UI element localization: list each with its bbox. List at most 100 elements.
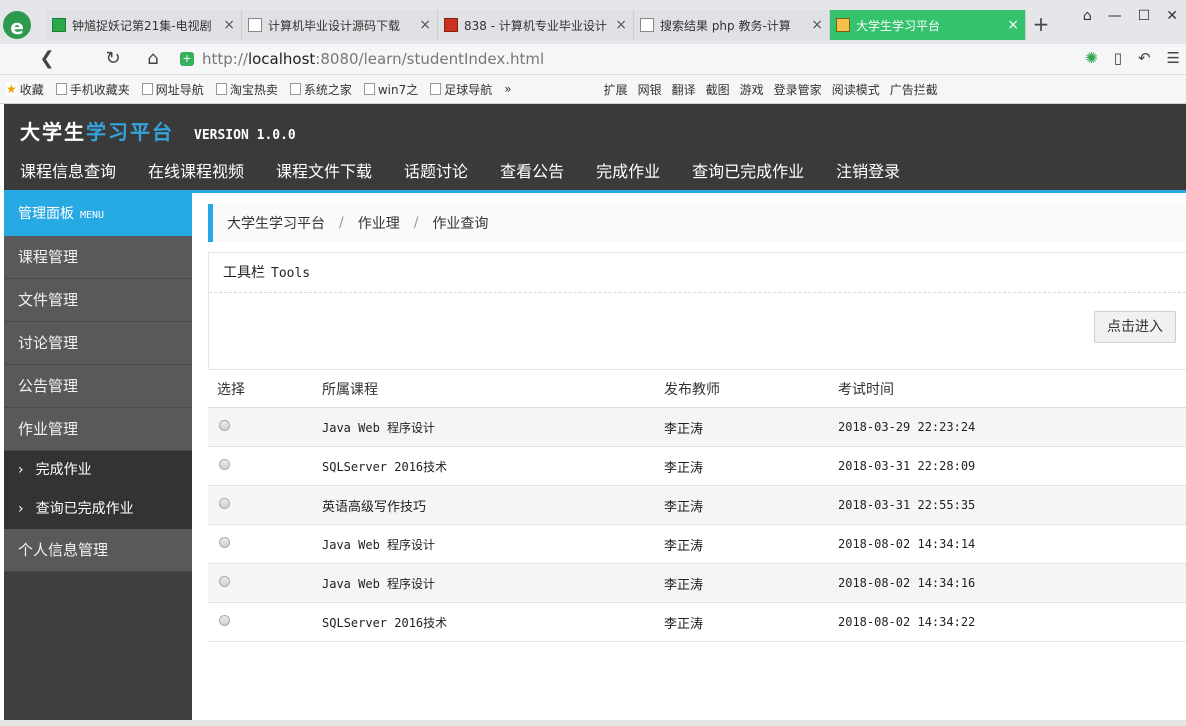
bookmark-item[interactable]: 足球导航 — [430, 81, 492, 98]
cell-teacher: 李正涛 — [664, 460, 704, 476]
breadcrumb-separator: / — [339, 215, 344, 231]
browser-tab[interactable]: 钟馗捉妖记第21集-电视剧 × — [46, 10, 242, 40]
bookmarks-more-icon[interactable]: » — [504, 82, 511, 96]
sidebar-subitem-completed-homework[interactable]: › 查询已完成作业 — [4, 490, 192, 529]
bookmark-item[interactable]: 淘宝热卖 — [215, 81, 278, 98]
web-page: 大学生学习平台 VERSION 1.0.0 课程信息查询 在线课程视频 课程文件下… — [4, 104, 1186, 720]
browser-tabs: 钟馗捉妖记第21集-电视剧 × 计算机毕业设计源码下载 × 838 - 计算机专业毕… — [46, 10, 1056, 40]
url-input[interactable]: + http://localhost:8080/learn/studentInd… — [180, 47, 1000, 71]
page-favicon-icon — [640, 18, 654, 32]
translate-button[interactable]: 翻译 — [672, 81, 696, 98]
table-header: 选择 所属课程 发布教师 考试时间 — [208, 370, 1186, 408]
cell-time: 2018-08-02 14:34:22 — [838, 615, 976, 629]
row-radio[interactable] — [219, 614, 230, 626]
cell-time: 2018-03-29 22:23:24 — [838, 420, 976, 434]
menu-icon[interactable]: ☰ — [1167, 49, 1180, 67]
tab-close-icon[interactable]: × — [615, 17, 627, 33]
breadcrumb-section[interactable]: 作业理 — [358, 213, 400, 233]
table-row[interactable]: SQLServer 2016技术 李正涛 2018-08-02 14:34:22 — [208, 603, 1186, 642]
close-window-icon[interactable]: ✕ — [1166, 8, 1178, 24]
sidebar-item-course[interactable]: 课程管理 — [4, 236, 192, 279]
cell-course: Java Web 程序设计 — [322, 537, 436, 552]
nav-online-video[interactable]: 在线课程视频 — [132, 160, 260, 184]
row-radio[interactable] — [219, 458, 230, 470]
table-row[interactable]: SQLServer 2016技术 李正涛 2018-03-31 22:28:09 — [208, 447, 1186, 486]
browser-tab-active[interactable]: 大学生学习平台 × — [830, 10, 1026, 40]
nav-file-download[interactable]: 课程文件下载 — [260, 160, 388, 184]
bookmark-item[interactable]: 系统之家 — [289, 81, 352, 98]
cell-course: SQLServer 2016技术 — [322, 615, 448, 630]
nav-do-homework[interactable]: 完成作业 — [580, 160, 676, 184]
browser-logo-icon[interactable]: e — [0, 8, 34, 42]
tab-close-icon[interactable]: × — [419, 17, 431, 33]
page-icon — [289, 83, 301, 95]
skin-icon[interactable]: ⌂ — [1083, 8, 1092, 24]
bookmark-item[interactable]: 手机收藏夹 — [55, 81, 130, 98]
row-radio[interactable] — [219, 497, 230, 509]
browser-tab[interactable]: 计算机毕业设计源码下载 × — [242, 10, 438, 40]
undo-icon[interactable]: ↶ — [1138, 49, 1151, 67]
sidebar-item-file[interactable]: 文件管理 — [4, 279, 192, 322]
tab-close-icon[interactable]: × — [223, 17, 235, 33]
reading-mode-button[interactable]: 阅读模式 — [832, 81, 880, 98]
table-row[interactable]: 英语高级写作技巧 李正涛 2018-03-31 22:55:35 — [208, 486, 1186, 525]
ebank-button[interactable]: 网银 — [638, 81, 662, 98]
page-icon — [363, 83, 375, 95]
login-manager-button[interactable]: 登录管家 — [774, 81, 822, 98]
cell-time: 2018-03-31 22:55:35 — [838, 498, 976, 512]
image-favicon-icon — [836, 18, 850, 32]
cell-course: SQLServer 2016技术 — [322, 459, 448, 474]
bookmark-item[interactable]: 网址导航 — [141, 81, 204, 98]
extensions-button[interactable]: 扩展 — [604, 81, 628, 98]
speed-mode-icon[interactable]: ✺ — [1085, 49, 1098, 67]
site-brand: 大学生学习平台 VERSION 1.0.0 — [20, 120, 296, 144]
enter-button[interactable]: 点击进入 — [1094, 311, 1176, 343]
tab-close-icon[interactable]: × — [1007, 17, 1019, 33]
table-row[interactable]: Java Web 程序设计 李正涛 2018-03-29 22:23:24 — [208, 408, 1186, 447]
back-icon[interactable]: ❮ — [34, 47, 60, 71]
table-row[interactable]: Java Web 程序设计 李正涛 2018-08-02 14:34:16 — [208, 564, 1186, 603]
row-radio[interactable] — [219, 536, 230, 548]
home-icon[interactable]: ⌂ — [140, 47, 166, 71]
cell-teacher: 李正涛 — [664, 577, 704, 593]
page-favicon-icon — [248, 18, 262, 32]
row-radio[interactable] — [219, 575, 230, 587]
toolbar-title: 工具栏 Tools — [209, 253, 1186, 293]
cell-course: Java Web 程序设计 — [322, 576, 436, 591]
header-select: 选择 — [217, 381, 245, 398]
row-radio[interactable] — [219, 419, 230, 431]
nav-announcements[interactable]: 查看公告 — [484, 160, 580, 184]
bookmark-item[interactable]: win7之 — [363, 81, 418, 98]
sidebar-item-homework[interactable]: 作业管理 — [4, 408, 192, 451]
address-bar: ❮ ↻ ⌂ + http://localhost:8080/learn/stud… — [0, 44, 1186, 75]
sidebar-subitem-do-homework[interactable]: › 完成作业 — [4, 451, 192, 490]
browser-tab[interactable]: 838 - 计算机专业毕业设计 × — [438, 10, 634, 40]
new-tab-button[interactable]: + — [1026, 10, 1056, 40]
sidebar-item-profile[interactable]: 个人信息管理 — [4, 529, 192, 572]
sidebar-item-announcement[interactable]: 公告管理 — [4, 365, 192, 408]
cell-teacher: 李正涛 — [664, 421, 704, 437]
version-label: VERSION 1.0.0 — [194, 128, 296, 143]
cell-time: 2018-03-31 22:28:09 — [838, 459, 976, 473]
tv-favicon-icon — [52, 18, 66, 32]
reload-icon[interactable]: ↻ — [100, 47, 126, 71]
phone-icon[interactable]: ▯ — [1114, 49, 1122, 67]
cell-time: 2018-08-02 14:34:16 — [838, 576, 976, 590]
tab-close-icon[interactable]: × — [811, 17, 823, 33]
nav-course-info[interactable]: 课程信息查询 — [4, 160, 132, 184]
nav-discussion[interactable]: 话题讨论 — [388, 160, 484, 184]
homework-table: 选择 所属课程 发布教师 考试时间 Java Web 程序设计 李正涛 2018… — [208, 370, 1186, 642]
nav-logout[interactable]: 注销登录 — [820, 160, 916, 184]
minimize-icon[interactable]: — — [1108, 8, 1122, 24]
screenshot-button[interactable]: 截图 — [706, 81, 730, 98]
ad-block-button[interactable]: 广告拦截 — [890, 81, 938, 98]
maximize-icon[interactable]: ☐ — [1138, 8, 1151, 24]
table-row[interactable]: Java Web 程序设计 李正涛 2018-08-02 14:34:14 — [208, 525, 1186, 564]
bookmark-favorites[interactable]: ★ 收藏 — [6, 81, 44, 98]
games-button[interactable]: 游戏 — [740, 81, 764, 98]
browser-tab[interactable]: 搜索结果 php 教务-计算 × — [634, 10, 830, 40]
browser-tab-bar: e 钟馗捉妖记第21集-电视剧 × 计算机毕业设计源码下载 × 838 - 计算机专… — [0, 0, 1186, 44]
breadcrumb-home[interactable]: 大学生学习平台 — [227, 213, 325, 233]
sidebar-item-discussion[interactable]: 讨论管理 — [4, 322, 192, 365]
nav-completed-homework[interactable]: 查询已完成作业 — [676, 160, 820, 184]
